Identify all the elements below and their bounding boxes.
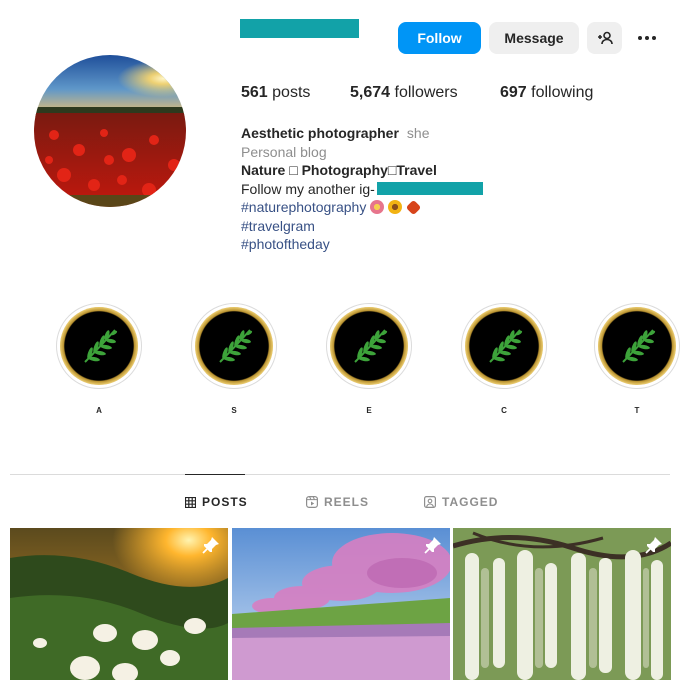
pin-icon xyxy=(202,537,219,554)
posts-count: 561 posts xyxy=(241,84,311,101)
pin-icon xyxy=(645,537,662,554)
tab-label: TAGGED xyxy=(442,495,499,509)
post-thumbnail[interactable] xyxy=(453,528,671,680)
following-count[interactable]: 697 following xyxy=(500,84,593,102)
category-label: Personal blog xyxy=(241,143,327,160)
tab-label: POSTS xyxy=(202,495,248,509)
linked-account-redacted[interactable] xyxy=(376,182,483,196)
post-image xyxy=(10,528,228,680)
post-image xyxy=(232,528,450,680)
highlight-label: E xyxy=(366,406,372,415)
maple-leaf-emoji-icon xyxy=(406,199,422,216)
followers-count[interactable]: 5,674 followers xyxy=(350,84,458,102)
highlight-item[interactable]: A xyxy=(56,303,142,415)
profile-avatar[interactable] xyxy=(34,55,186,207)
post-thumbnail[interactable] xyxy=(10,528,228,680)
flower-emoji-icon xyxy=(370,200,385,215)
add-user-button[interactable] xyxy=(587,22,622,54)
add-user-icon xyxy=(597,31,613,45)
bio-line: Nature □ Photography□Travel xyxy=(241,162,437,178)
more-icon-dot xyxy=(645,36,649,40)
bio-line: Follow my another ig- xyxy=(241,180,375,197)
active-tab-indicator xyxy=(185,474,245,475)
sunflower-emoji-icon xyxy=(388,200,403,215)
hashtag-link[interactable]: #travelgram xyxy=(241,217,315,236)
fern-leaf-icon xyxy=(489,328,524,364)
fern-leaf-icon xyxy=(84,328,119,364)
post-thumbnail[interactable] xyxy=(232,528,450,680)
highlight-item[interactable]: T xyxy=(594,303,680,415)
full-name: Aesthetic photographer xyxy=(241,125,399,141)
highlight-label: S xyxy=(231,406,237,415)
grid-icon xyxy=(185,496,196,508)
tab-reels[interactable]: REELS xyxy=(306,495,369,509)
profile-bio: Aesthetic photographer she Personal blog… xyxy=(241,124,661,254)
highlight-label: A xyxy=(96,406,102,415)
highlight-label: T xyxy=(634,406,640,415)
tagged-icon xyxy=(424,496,436,508)
follow-button[interactable]: Follow xyxy=(398,22,481,54)
highlight-item[interactable]: S xyxy=(191,303,277,415)
highlight-label: C xyxy=(501,406,507,415)
pin-icon xyxy=(424,537,441,554)
highlight-item[interactable]: E xyxy=(326,303,412,415)
fern-leaf-icon xyxy=(354,328,389,364)
hashtag-link[interactable]: #naturephotography xyxy=(241,198,366,217)
more-icon-dot xyxy=(638,36,642,40)
highlight-item[interactable]: C xyxy=(461,303,547,415)
post-image xyxy=(453,528,671,680)
tabs-divider xyxy=(10,474,670,475)
message-button[interactable]: Message xyxy=(489,22,579,54)
reels-icon xyxy=(306,496,318,508)
username-redacted xyxy=(240,19,359,38)
tab-posts[interactable]: POSTS xyxy=(185,495,248,509)
tab-tagged[interactable]: TAGGED xyxy=(424,495,498,509)
more-options-button[interactable] xyxy=(632,26,662,50)
more-icon-dot xyxy=(652,36,656,40)
hashtag-link[interactable]: #photoftheday xyxy=(241,235,330,254)
fern-leaf-icon xyxy=(219,328,254,364)
fern-leaf-icon xyxy=(622,328,657,364)
pronoun: she xyxy=(406,125,430,141)
tab-label: REELS xyxy=(324,495,370,509)
